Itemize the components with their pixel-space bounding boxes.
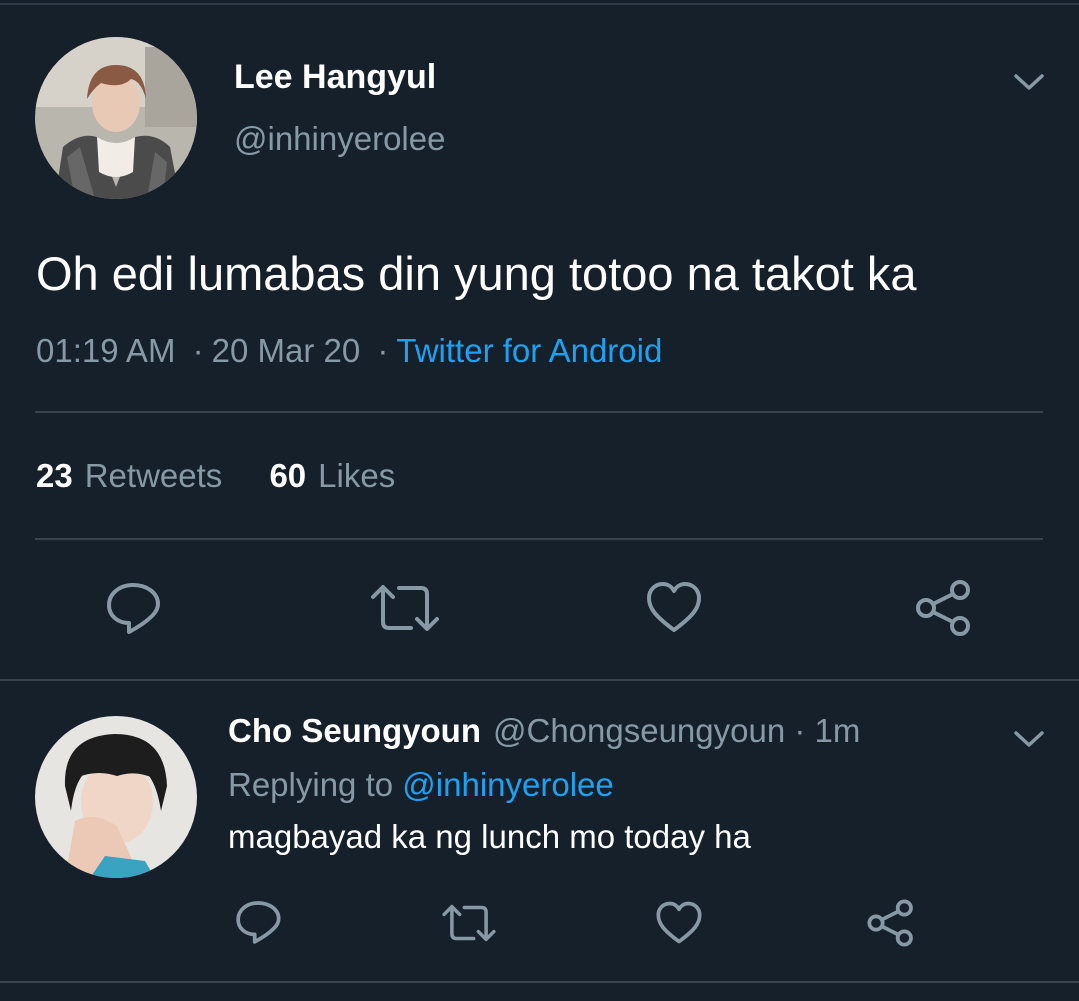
retweet-icon[interactable] <box>369 582 441 634</box>
top-divider <box>0 3 1079 5</box>
reply-author-name[interactable]: Cho Seungyoun <box>228 712 481 749</box>
tweet-source-link[interactable]: Twitter for Android <box>396 332 662 369</box>
likes-label: Likes <box>318 457 396 494</box>
tweet-text: Oh edi lumabas din yung totoo na takot k… <box>36 247 917 300</box>
tweet-time: 01:19 AM <box>36 332 176 369</box>
retweets-count: 23 <box>36 457 73 494</box>
tweet-date: 20 Mar 20 <box>211 332 361 369</box>
section-divider <box>0 981 1079 983</box>
tweet-stats: 23 Retweets 60 Likes <box>36 457 395 495</box>
reply-text: magbayad ka ng lunch mo today ha <box>228 818 751 855</box>
tweet-detail-page: Lee Hangyul @inhinyerolee Oh edi lumabas… <box>0 0 1079 1001</box>
author-name[interactable]: Lee Hangyul <box>234 58 436 97</box>
author-avatar[interactable] <box>35 37 197 199</box>
retweets-stat[interactable]: 23 Retweets <box>36 457 222 494</box>
reply-options-chevron-icon[interactable] <box>1010 723 1048 755</box>
divider <box>35 538 1043 540</box>
likes-count: 60 <box>269 457 307 494</box>
author-handle[interactable]: @inhinyerolee <box>234 120 445 158</box>
replying-to-mention[interactable]: @inhinyerolee <box>402 766 613 803</box>
meta-separator: · <box>377 332 389 369</box>
divider <box>35 411 1043 413</box>
reply-icon[interactable] <box>104 580 162 636</box>
share-icon[interactable] <box>914 578 974 638</box>
replying-to-label: Replying to <box>228 766 394 803</box>
replying-to: Replying to @inhinyerolee <box>228 766 614 804</box>
reply-share-icon[interactable] <box>866 898 916 948</box>
like-icon[interactable] <box>645 580 703 634</box>
reply-retweet-icon[interactable] <box>441 902 497 944</box>
reply-like-icon[interactable] <box>655 900 703 945</box>
reply-author-handle[interactable]: @Chongseungyoun <box>493 712 785 749</box>
reply-time: · 1m <box>794 712 861 749</box>
reply-author-avatar[interactable] <box>35 716 197 878</box>
meta-separator: · <box>192 332 204 369</box>
retweets-label: Retweets <box>84 457 223 494</box>
reply-reply-icon[interactable] <box>234 898 282 946</box>
reply-header: Cho Seungyoun @Chongseungyoun · 1m <box>228 712 860 750</box>
likes-stat[interactable]: 60 Likes <box>269 457 395 494</box>
tweet-meta: 01:19 AM · 20 Mar 20 · Twitter for Android <box>36 332 662 370</box>
section-divider <box>0 679 1079 681</box>
tweet-options-chevron-icon[interactable] <box>1010 66 1048 98</box>
